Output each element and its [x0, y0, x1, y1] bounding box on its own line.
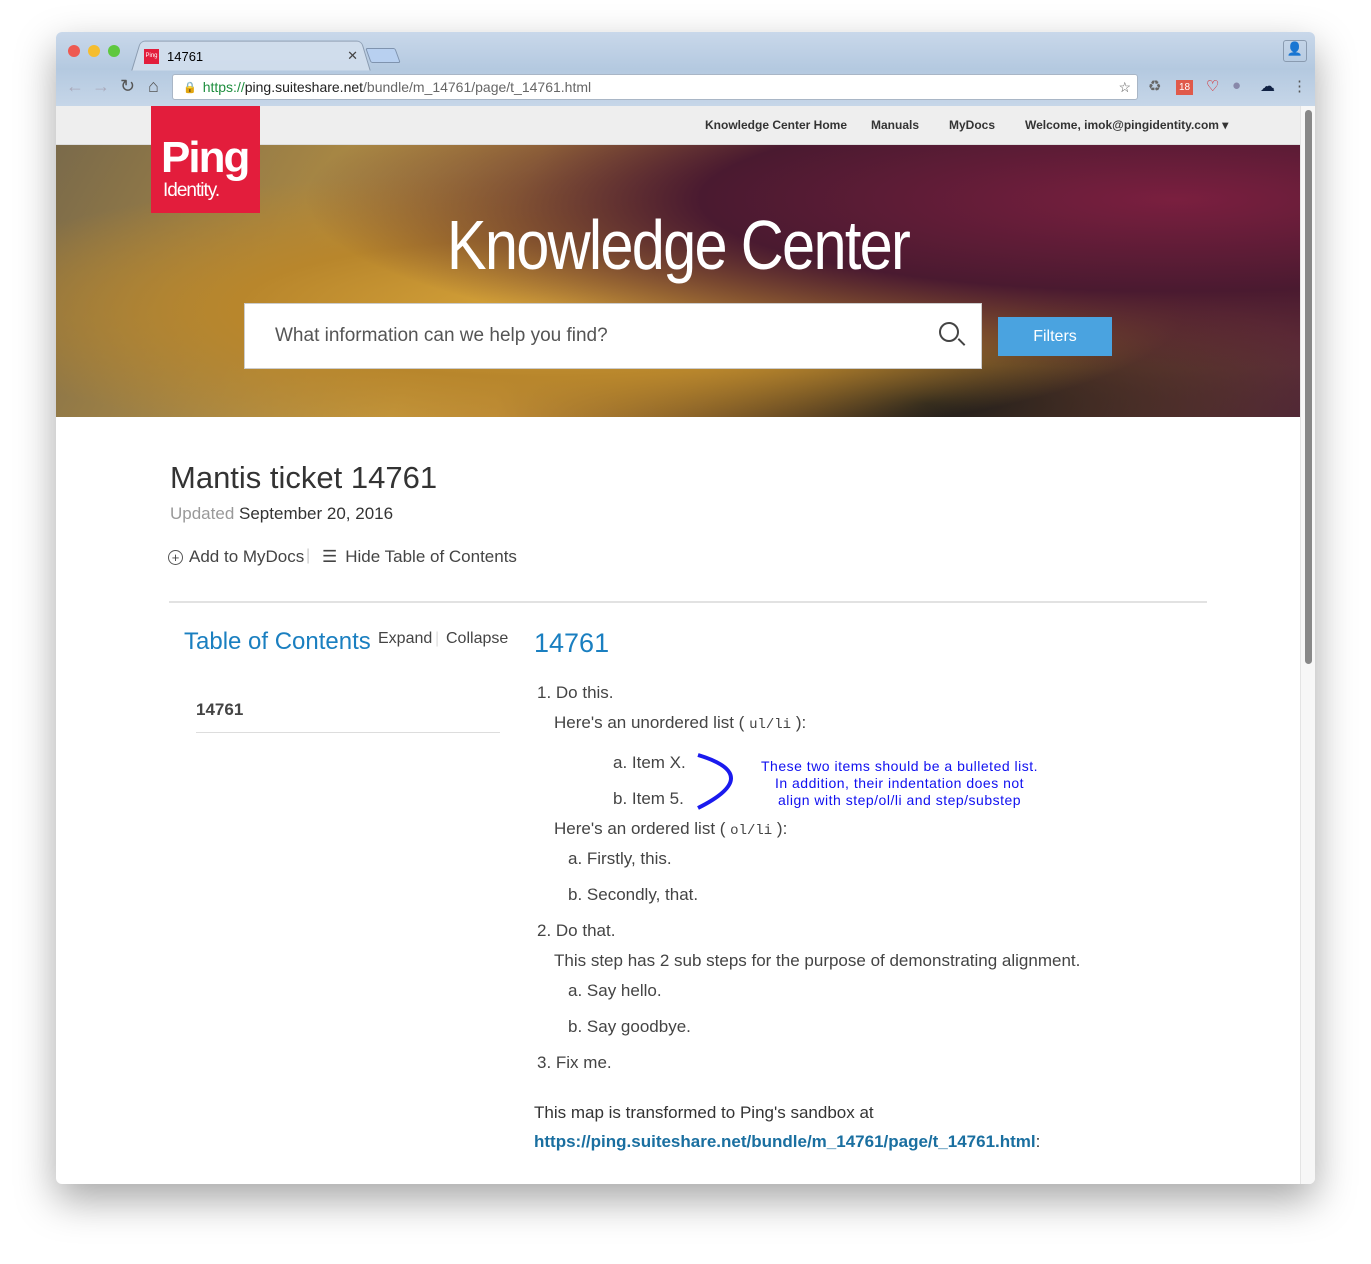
search-icon[interactable]: [939, 322, 966, 346]
sandbox-link[interactable]: https://ping.suiteshare.net/bundle/m_147…: [534, 1132, 1036, 1151]
search-input[interactable]: What information can we help you find?: [244, 303, 982, 369]
profile-icon[interactable]: 👤: [1283, 40, 1307, 62]
minimize-window-button[interactable]: [88, 45, 100, 57]
url-host: ping.suiteshare.net: [244, 79, 364, 95]
browser-window: Ping 14761 ✕ 👤 ← → ↻ ⌂ 🔒 https://ping.suit…: [56, 32, 1315, 1184]
lock-icon: 🔒: [183, 81, 197, 94]
step-1-info-ul: Here's an unordered list ( ul/li ):: [554, 713, 807, 733]
close-tab-icon[interactable]: ✕: [347, 48, 358, 64]
bookmark-star-icon[interactable]: ☆: [1118, 79, 1131, 96]
footer-text: This map is transformed to Ping's sandbo…: [534, 1103, 874, 1122]
home-icon[interactable]: ⌂: [148, 76, 159, 97]
toc-item[interactable]: 14761: [196, 700, 243, 720]
list-icon: ☰: [322, 547, 338, 566]
content-heading: 14761: [534, 628, 610, 658]
reload-icon[interactable]: ↻: [120, 76, 135, 97]
toc-title: Table of Contents: [184, 628, 371, 655]
plus-circle-icon: +: [168, 550, 183, 565]
step-2: 2. Do that.: [537, 921, 616, 940]
browser-chrome: Ping 14761 ✕ 👤 ← → ↻ ⌂ 🔒 https://ping.suit…: [56, 32, 1315, 106]
list-item: b. Secondly, that.: [568, 885, 699, 904]
add-to-mydocs-button[interactable]: + Add to MyDocs: [168, 547, 304, 567]
step-1: 1. Do this.: [537, 683, 614, 702]
url-scheme: https://: [202, 79, 245, 95]
step-2-info: This step has 2 sub steps for the purpos…: [554, 951, 1081, 970]
address-bar[interactable]: 🔒 https://ping.suiteshare.net/bundle/m_1…: [172, 74, 1138, 100]
list-item: a. Item X.: [613, 753, 686, 772]
annotation-note: These two items should be a bulleted lis…: [761, 758, 1039, 808]
nav-knowledge-center-home[interactable]: Knowledge Center Home: [705, 118, 847, 132]
annotation-bracket-icon: [697, 753, 733, 810]
divider: |: [435, 630, 440, 647]
filters-button[interactable]: Filters: [998, 317, 1112, 356]
nav-mydocs[interactable]: MyDocs: [949, 118, 995, 132]
divider: |: [306, 547, 311, 564]
step-1-info-ol: Here's an ordered list ( ol/li ):: [554, 819, 788, 839]
scrollbar-thumb[interactable]: [1305, 110, 1312, 664]
ping-identity-logo[interactable]: Ping Identity.: [151, 106, 260, 213]
divider: [169, 601, 1207, 603]
substep: b. Say goodbye.: [568, 1017, 691, 1036]
recycle-extension-icon[interactable]: ♻: [1148, 77, 1161, 95]
list-item: a. Firstly, this.: [568, 849, 672, 868]
new-tab-button[interactable]: [365, 48, 401, 63]
cloud-extension-icon[interactable]: ☁: [1260, 77, 1275, 95]
page-title: Mantis ticket 14761: [170, 460, 438, 495]
forward-icon[interactable]: →: [92, 76, 110, 97]
close-window-button[interactable]: [68, 45, 80, 57]
ping-favicon-icon: Ping: [144, 48, 159, 64]
heartbleed-extension-icon[interactable]: ♡: [1206, 77, 1219, 95]
divider: [196, 732, 500, 733]
menu-icon[interactable]: ⋮: [1292, 77, 1307, 95]
maximize-window-button[interactable]: [108, 45, 120, 57]
tab-title: 14761: [167, 48, 204, 64]
hero-title: Knowledge Center: [446, 206, 911, 284]
extension-icon[interactable]: ●: [1232, 77, 1241, 94]
mail-extension-icon[interactable]: 18: [1176, 80, 1194, 95]
toc-expand-button[interactable]: Expand: [378, 630, 432, 648]
toc-collapse-button[interactable]: Collapse: [446, 630, 508, 648]
updated-label: Updated: [170, 504, 235, 523]
substep: a. Say hello.: [568, 981, 662, 1000]
back-icon[interactable]: ←: [66, 76, 84, 97]
scrollbar[interactable]: [1300, 106, 1315, 1184]
url-path: /bundle/m_14761/page/t_14761.html: [363, 79, 592, 95]
hide-toc-button[interactable]: ☰ Hide Table of Contents: [322, 547, 517, 567]
nav-manuals[interactable]: Manuals: [871, 118, 919, 132]
updated-date: September 20, 2016: [239, 504, 394, 523]
nav-user-menu[interactable]: Welcome, imok@pingidentity.com ▾: [1025, 118, 1228, 132]
step-3: 3. Fix me.: [537, 1053, 612, 1072]
list-item: b. Item 5.: [613, 789, 684, 808]
